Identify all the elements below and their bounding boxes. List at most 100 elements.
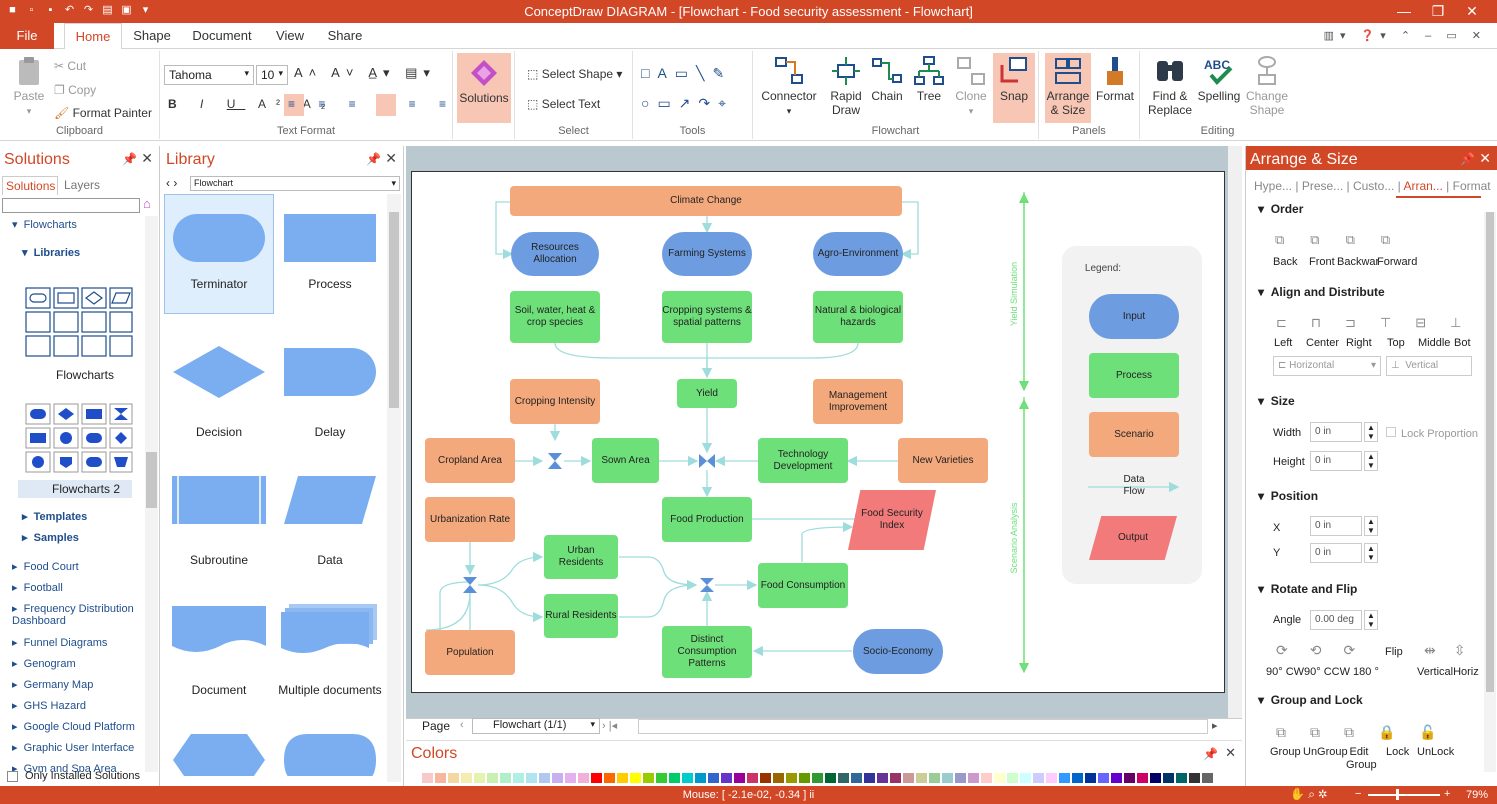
group-button[interactable]: Group: [1270, 746, 1301, 758]
color-swatch[interactable]: [734, 773, 745, 783]
node-yield[interactable]: Yield: [677, 379, 737, 408]
format-button[interactable]: Format: [1093, 55, 1137, 103]
color-swatch[interactable]: [825, 773, 836, 783]
library-shape-multiple-documents[interactable]: Multiple documents: [276, 604, 384, 697]
library-shape-document[interactable]: Document: [166, 604, 272, 697]
only-installed-checkbox[interactable]: [7, 771, 18, 782]
section-size[interactable]: ▾ Size: [1258, 394, 1295, 408]
color-swatch[interactable]: [1033, 773, 1044, 783]
chain-button[interactable]: Chain: [869, 55, 905, 103]
color-swatch[interactable]: [760, 773, 771, 783]
library-shape-terminator[interactable]: Terminator: [166, 212, 272, 291]
legend-output[interactable]: Output: [1089, 516, 1177, 560]
library-shape-subroutine[interactable]: Subroutine: [166, 474, 272, 567]
color-swatch[interactable]: [617, 773, 628, 783]
solutions-scrollbar[interactable]: [145, 216, 158, 772]
node-soil-water[interactable]: Soil, water, heat & crop species: [510, 291, 600, 343]
clone-button[interactable]: Clone ▾: [951, 55, 991, 117]
maximize-button[interactable]: ❐: [1421, 0, 1455, 23]
color-swatch[interactable]: [916, 773, 927, 783]
order-front[interactable]: Front: [1309, 256, 1335, 268]
x-input[interactable]: 0 in: [1310, 516, 1362, 536]
solutions-button[interactable]: Solutions: [457, 53, 511, 123]
color-swatch[interactable]: [1059, 773, 1070, 783]
color-swatch[interactable]: [682, 773, 693, 783]
tab-layers[interactable]: Layers: [64, 178, 100, 192]
close-icon[interactable]: ✕: [1479, 150, 1491, 167]
tree-flowcharts[interactable]: ▾ Flowcharts: [12, 218, 77, 231]
height-input[interactable]: 0 in: [1310, 451, 1362, 471]
page-select[interactable]: Flowchart (1/1) ▾: [472, 718, 600, 734]
library-thumb-flowcharts[interactable]: [24, 286, 134, 362]
color-swatch[interactable]: [474, 773, 485, 783]
tree-item-food-court[interactable]: ▸ Food Court: [12, 560, 79, 573]
tab-solutions[interactable]: Solutions: [2, 176, 58, 195]
close-icon[interactable]: ✕: [141, 150, 153, 167]
color-swatch[interactable]: [539, 773, 550, 783]
edit-group-button[interactable]: Edit Group: [1346, 746, 1377, 772]
node-distinct-consumption[interactable]: Distinct Consumption Patterns: [662, 626, 752, 678]
color-swatch[interactable]: [864, 773, 875, 783]
section-group-lock[interactable]: ▾ Group and Lock: [1258, 693, 1363, 707]
order-forward[interactable]: Forward: [1377, 256, 1417, 268]
tab-file[interactable]: File: [0, 23, 54, 49]
node-food-consumption[interactable]: Food Consumption: [758, 563, 848, 608]
node-food-production[interactable]: Food Production: [662, 497, 752, 542]
tree-item-funnel[interactable]: ▸ Funnel Diagrams: [12, 636, 107, 649]
rotate-buttons-label[interactable]: 90° CW90° CCW 180 °: [1266, 666, 1379, 678]
node-natural-hazards[interactable]: Natural & biological hazards: [813, 291, 903, 343]
node-food-security-index[interactable]: Food Security Index: [848, 490, 936, 550]
color-swatch[interactable]: [812, 773, 823, 783]
scroll-right-button[interactable]: ▸: [1212, 719, 1218, 732]
tab-shape[interactable]: Shape: [124, 23, 180, 50]
canvas-horizontal-scrollbar[interactable]: [638, 719, 1208, 734]
node-socio-economy[interactable]: Socio-Economy: [853, 629, 943, 674]
ungroup-button[interactable]: UnGroup: [1303, 746, 1348, 758]
node-management-improvement[interactable]: Management Improvement: [813, 379, 903, 424]
library-shape-decision[interactable]: Decision: [166, 344, 272, 439]
close-button[interactable]: ✕: [1455, 0, 1489, 23]
tree-item-genogram[interactable]: ▸ Genogram: [12, 657, 76, 670]
node-rural-residents[interactable]: Rural Residents: [544, 594, 618, 638]
color-swatch[interactable]: [578, 773, 589, 783]
color-swatch[interactable]: [1046, 773, 1057, 783]
close-icon[interactable]: ✕: [1225, 745, 1236, 761]
font-size-select[interactable]: 10 ▾: [256, 65, 288, 85]
color-swatch[interactable]: [981, 773, 992, 783]
angle-spinner[interactable]: ▲ ▼: [1364, 610, 1378, 630]
tree-item-football[interactable]: ▸ Football: [12, 581, 63, 594]
zoom-in-button[interactable]: +: [1444, 788, 1450, 800]
align-top[interactable]: Top: [1387, 337, 1405, 349]
draw-tools-row-2[interactable]: ○▭↗↷⌖: [641, 95, 734, 112]
draw-tools-row-1[interactable]: □A▭╲✎: [641, 65, 732, 82]
color-swatch[interactable]: [448, 773, 459, 783]
select-text-button[interactable]: ⬚ Select Text: [527, 97, 600, 111]
diagram-page[interactable]: Climate Change Resources Allocation Farm…: [411, 171, 1225, 693]
color-swatch[interactable]: [877, 773, 888, 783]
arrange-size-button[interactable]: Arrange & Size: [1045, 53, 1091, 123]
flip-buttons-label[interactable]: VerticalHoriz: [1417, 666, 1479, 678]
copy-button[interactable]: ❐ Copy: [54, 83, 96, 97]
node-sown-area[interactable]: Sown Area: [592, 438, 659, 483]
select-shape-button[interactable]: ⬚ Select Shape ▾: [527, 67, 622, 81]
node-population[interactable]: Population: [425, 630, 515, 675]
node-cropping-intensity[interactable]: Cropping Intensity: [510, 379, 600, 424]
snap-button[interactable]: Snap: [993, 53, 1035, 123]
align-left[interactable]: Left: [1274, 337, 1292, 349]
color-swatch[interactable]: [422, 773, 433, 783]
color-swatch[interactable]: [721, 773, 732, 783]
tab-view[interactable]: View: [266, 23, 314, 50]
color-swatch[interactable]: [851, 773, 862, 783]
zoom-slider[interactable]: [1368, 794, 1440, 796]
color-swatch[interactable]: [565, 773, 576, 783]
pin-icon[interactable]: 📌: [1460, 152, 1475, 166]
library-select[interactable]: Flowchart ▾: [190, 176, 400, 191]
color-swatch[interactable]: [1176, 773, 1187, 783]
node-cropping-systems[interactable]: Cropping systems & spatial patterns: [662, 291, 752, 343]
section-position[interactable]: ▾ Position: [1258, 489, 1318, 503]
pin-icon[interactable]: 📌: [366, 152, 381, 166]
color-swatch[interactable]: [1163, 773, 1174, 783]
order-backward[interactable]: Backwar: [1337, 256, 1379, 268]
align-middle[interactable]: Middle: [1418, 337, 1450, 349]
color-swatch[interactable]: [435, 773, 446, 783]
